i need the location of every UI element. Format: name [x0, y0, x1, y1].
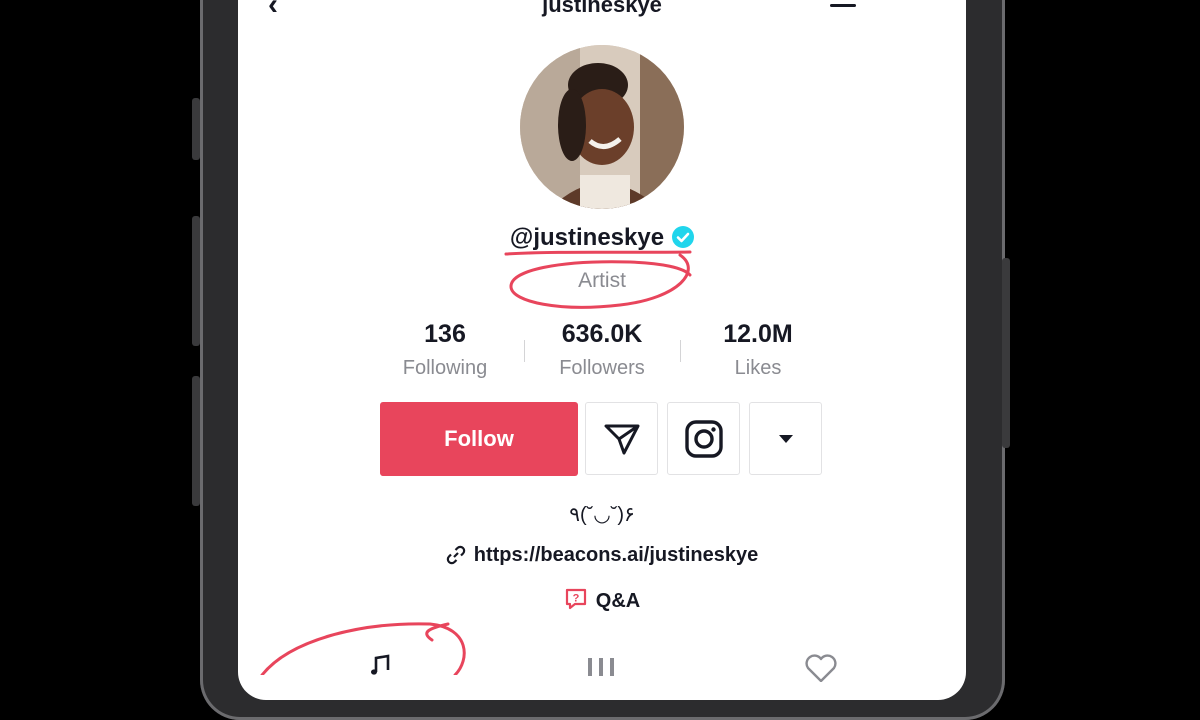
qa-label: Q&A [595, 590, 641, 612]
avatar-photo [520, 45, 684, 209]
heart-icon [805, 654, 837, 683]
more-options-button[interactable] [749, 402, 822, 475]
phone-power-button [1002, 258, 1010, 448]
music-note-icon [371, 654, 390, 675]
stat-divider [524, 340, 525, 362]
bio-link-text: https://beacons.ai/justineskye [473, 544, 759, 566]
topbar-username: justineskye [542, 0, 662, 17]
bio-text: ٩(˘◡˘)۶ [569, 504, 635, 526]
bio-link[interactable]: https://beacons.ai/justineskye [238, 544, 966, 571]
stat-followers[interactable]: 636.0K Followers [532, 320, 672, 380]
tab-grid[interactable] [586, 652, 616, 681]
tab-music[interactable] [368, 652, 392, 681]
svg-text:?: ? [572, 593, 579, 605]
stat-followers-value: 636.0K [561, 320, 643, 348]
stat-following[interactable]: 136 Following [375, 320, 515, 380]
stat-likes-label: Likes [734, 357, 782, 379]
message-button[interactable] [585, 402, 658, 475]
link-icon [446, 545, 466, 571]
grid-icon [588, 658, 614, 676]
phone-volume-down-button [192, 376, 200, 506]
instagram-icon [684, 419, 723, 458]
profile-handle: @justineskye [509, 224, 665, 251]
verified-badge-icon [672, 226, 695, 255]
phone-volume-up-button [192, 216, 200, 346]
menu-icon[interactable] [830, 0, 856, 8]
send-icon [604, 424, 639, 454]
caret-down-icon [778, 434, 793, 443]
stat-divider [680, 340, 681, 362]
phone-mute-switch [192, 98, 200, 160]
qa-icon: ? [564, 587, 588, 617]
stat-likes-value: 12.0M [723, 320, 793, 348]
follow-button[interactable]: Follow [380, 402, 578, 476]
stat-following-value: 136 [424, 320, 466, 348]
profile-screen: ‹ justineskye @justineskye Artist 136 Fo… [238, 0, 966, 700]
stat-following-label: Following [402, 357, 488, 379]
avatar[interactable] [520, 45, 684, 209]
stat-likes: 12.0M Likes [688, 320, 828, 380]
qa-link[interactable]: ? Q&A [238, 587, 966, 617]
instagram-button[interactable] [667, 402, 740, 475]
tab-liked[interactable] [804, 654, 838, 687]
profile-handle-row: @justineskye [238, 224, 966, 255]
stat-followers-label: Followers [559, 357, 645, 379]
profile-category: Artist [578, 269, 626, 292]
